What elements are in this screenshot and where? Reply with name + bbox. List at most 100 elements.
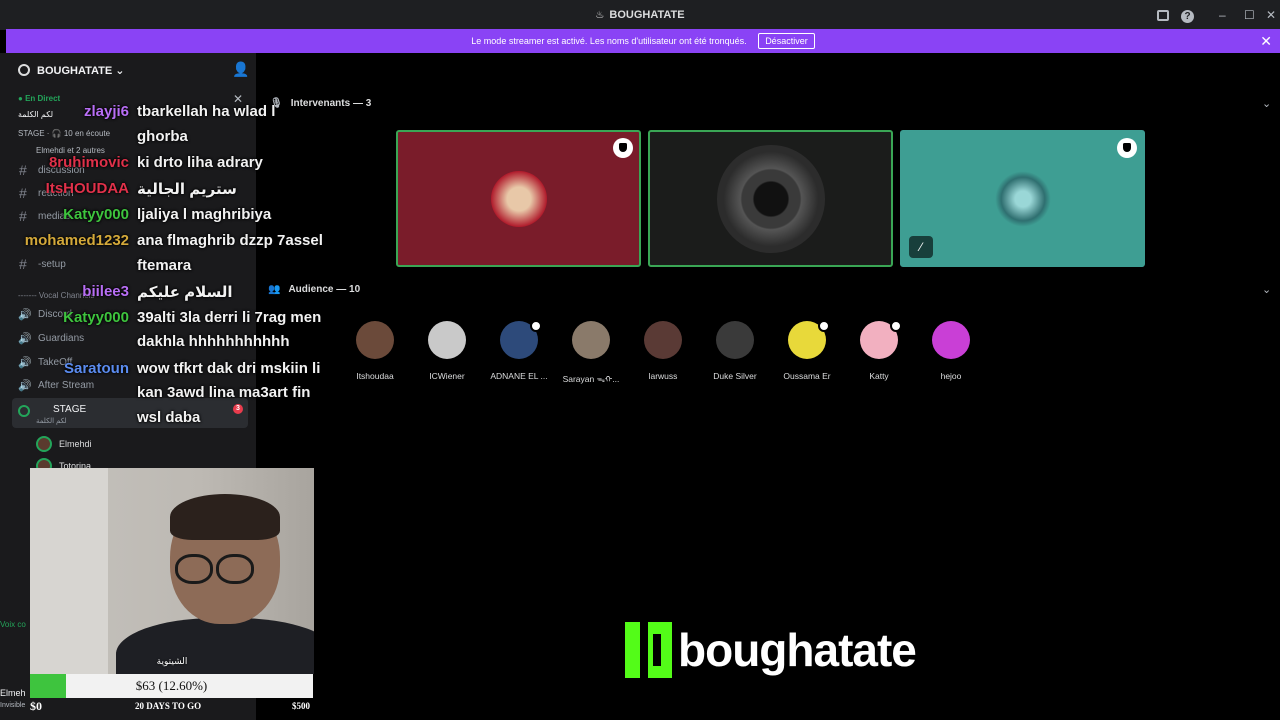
user-status: Invisible bbox=[0, 702, 26, 709]
avatar bbox=[860, 320, 902, 359]
close-window-button[interactable]: ✕ bbox=[1266, 8, 1276, 22]
audience-header: 👥 Audience — 10 bbox=[268, 284, 360, 295]
audience-member[interactable]: ICWiener bbox=[411, 321, 483, 381]
avatar bbox=[716, 321, 754, 359]
speaker-tile[interactable] bbox=[396, 130, 641, 267]
chat-message: kan 3awd lina ma3art fin bbox=[137, 384, 311, 402]
audience-member[interactable]: hejoo bbox=[915, 321, 987, 381]
webcam-feed: الشيتوية bbox=[30, 468, 314, 674]
live-stage-title[interactable]: لكم الكلمة bbox=[18, 110, 53, 119]
audience-name: hejoo bbox=[940, 371, 962, 381]
avatar bbox=[490, 170, 547, 227]
chat-username[interactable]: Katyy000 bbox=[63, 206, 129, 223]
chat-message: dakhla hhhhhhhhhhh bbox=[137, 333, 290, 351]
channel-label: -setup bbox=[38, 259, 66, 270]
speaker-icon: 🔊 bbox=[18, 333, 32, 345]
speakers-header: 🎙 Intervenants — 3 bbox=[270, 98, 371, 109]
server-header[interactable]: BOUGHATATE ⌄ 👤 bbox=[0, 53, 256, 87]
brand-name: boughatate bbox=[678, 624, 917, 676]
avatar bbox=[716, 144, 825, 253]
stage-sub-label: لكم الكلمة bbox=[36, 418, 67, 425]
chat-username[interactable]: Saratoun bbox=[64, 360, 129, 377]
collapse-speakers-chevron-icon[interactable]: ⌄ bbox=[1262, 97, 1271, 110]
title-bar: ♨ BOUGHATATE ? – ☐ ✕ bbox=[0, 0, 1280, 30]
live-label: En Direct bbox=[25, 94, 61, 103]
audience-name: Oussama Er bbox=[783, 371, 831, 381]
audience-member[interactable]: Itshoudaa bbox=[339, 321, 411, 381]
mic-icon: 🎙 bbox=[270, 98, 283, 109]
audience-name: Katty bbox=[869, 371, 889, 381]
hash-icon: # bbox=[19, 256, 27, 272]
avatar bbox=[428, 321, 466, 359]
chat-message: ستريم الجالية bbox=[137, 180, 237, 198]
live-indicator: ● En Direct bbox=[18, 94, 61, 103]
inbox-icon[interactable] bbox=[1157, 10, 1169, 21]
speaker-tile[interactable] bbox=[648, 130, 893, 267]
hash-icon: # bbox=[19, 185, 27, 201]
moderator-shield-icon bbox=[1117, 138, 1137, 158]
hash-icon: # bbox=[19, 208, 27, 224]
channel-setup[interactable]: # -setup bbox=[0, 255, 256, 275]
chat-message: ana flmaghrib dzzp 7assel bbox=[137, 232, 323, 249]
audience-name: Itshoudaa bbox=[356, 371, 394, 381]
chat-username[interactable]: ItsHOUDAA bbox=[46, 180, 129, 197]
audience-name: ICWiener bbox=[429, 371, 465, 381]
avatar bbox=[500, 320, 542, 359]
avatar bbox=[932, 321, 970, 359]
audience-member[interactable]: larwuss bbox=[627, 321, 699, 381]
chat-message: ljaliya l maghribiya bbox=[137, 205, 272, 223]
kick-k-icon bbox=[625, 622, 672, 678]
close-banner-button[interactable]: ✕ bbox=[1260, 33, 1272, 50]
maximize-button[interactable]: ☐ bbox=[1244, 8, 1255, 22]
avatar bbox=[788, 320, 830, 359]
moderator-shield-icon bbox=[613, 138, 633, 158]
streamer-hair bbox=[170, 494, 280, 540]
speaker-icon: 🔊 bbox=[18, 357, 32, 369]
server-name: BOUGHATATE ⌄ bbox=[37, 64, 124, 77]
avatar bbox=[572, 321, 610, 359]
audience-name: Sarayan ᯓᡣ... bbox=[562, 374, 620, 384]
audience-header-text: Audience — 10 bbox=[288, 284, 361, 295]
audience-member[interactable]: Sarayan ᯓᡣ... bbox=[555, 321, 627, 385]
goal-start: $0 bbox=[30, 699, 42, 713]
streamer-mode-banner: Le mode streamer est activé. Les noms d'… bbox=[6, 29, 1280, 53]
minimize-button[interactable]: – bbox=[1219, 8, 1226, 22]
moderator-shield-icon bbox=[818, 320, 830, 332]
donation-goal-bar: $63 (12.60%) bbox=[30, 674, 313, 698]
close-live-icon[interactable]: ✕ bbox=[233, 92, 243, 106]
chat-username[interactable]: zlayji6 bbox=[84, 103, 129, 120]
disable-streamer-mode-button[interactable]: Désactiver bbox=[758, 33, 815, 49]
chat-message: tbarkellah ha wlad l bbox=[137, 103, 276, 120]
speaker-tile[interactable]: ⁄ bbox=[900, 130, 1145, 267]
stage-icon bbox=[18, 405, 30, 417]
audience-member[interactable]: Oussama Er bbox=[771, 320, 843, 381]
hash-icon: # bbox=[19, 162, 27, 178]
collapse-audience-chevron-icon[interactable]: ⌄ bbox=[1262, 283, 1271, 296]
audience-icon: 👥 bbox=[268, 284, 281, 295]
stage-listener-info: STAGE · 🎧 10 en écoute bbox=[18, 129, 111, 138]
channel-label: Guardians bbox=[38, 333, 85, 344]
chat-username[interactable]: mohamed1232 bbox=[25, 232, 129, 249]
stage-channel[interactable]: STAGE لكم الكلمة 3 bbox=[12, 398, 248, 428]
chat-message: ftemara bbox=[137, 256, 192, 274]
speakers-header-text: Intervenants — 3 bbox=[290, 98, 372, 109]
banner-message: Le mode streamer est activé. Les noms d'… bbox=[471, 36, 747, 46]
stage-badge: 3 bbox=[233, 404, 243, 414]
invite-user-icon[interactable]: 👤 bbox=[232, 61, 249, 78]
audience-member[interactable]: Katty bbox=[843, 320, 915, 381]
goal-days-left: 20 DAYS TO GO bbox=[135, 701, 202, 711]
chat-message: ki drto liha adrary bbox=[137, 153, 263, 171]
chat-message: wsl daba bbox=[137, 408, 201, 426]
chat-username[interactable]: biilee3 bbox=[82, 283, 129, 300]
chat-username[interactable]: Katyy000 bbox=[63, 309, 129, 326]
door bbox=[30, 468, 108, 674]
audience-name: ADNANE EL ... bbox=[490, 371, 548, 381]
audience-member[interactable]: ADNANE EL ... bbox=[483, 320, 555, 381]
help-icon[interactable]: ? bbox=[1181, 10, 1194, 23]
chat-message: 39alti 3la derri li 7rag men bbox=[137, 308, 322, 326]
speaker-icon: 🔊 bbox=[18, 380, 32, 392]
audience-member[interactable]: Duke Silver bbox=[699, 321, 771, 381]
webcam-caption: الشيتوية bbox=[156, 656, 188, 666]
chat-username[interactable]: 8ruhimovic bbox=[49, 154, 129, 171]
user-name[interactable]: Elmeh bbox=[0, 688, 26, 698]
